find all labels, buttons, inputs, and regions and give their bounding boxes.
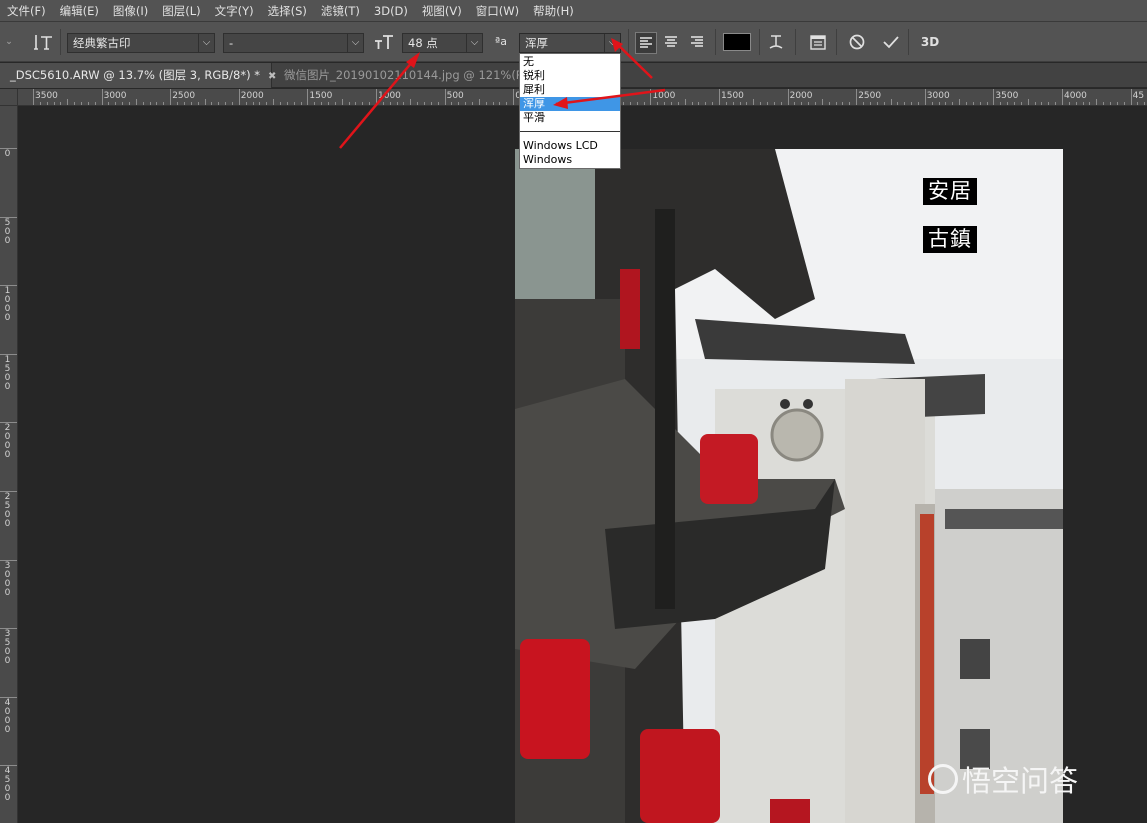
annotation-arrows (339, 38, 666, 149)
watermark-logo-icon (928, 764, 958, 794)
red-arrow-strong-option (555, 88, 666, 106)
photoshop-window: 文件(F) 编辑(E) 图像(I) 图层(L) 文字(Y) 选择(S) 滤镜(T… (0, 0, 1147, 823)
red-arrow-font-size (339, 54, 419, 149)
watermark: 悟空问答 (928, 758, 1078, 800)
watermark-text: 悟空问答 (962, 764, 1079, 798)
arrowhead (611, 38, 623, 52)
arrowhead (553, 97, 568, 109)
